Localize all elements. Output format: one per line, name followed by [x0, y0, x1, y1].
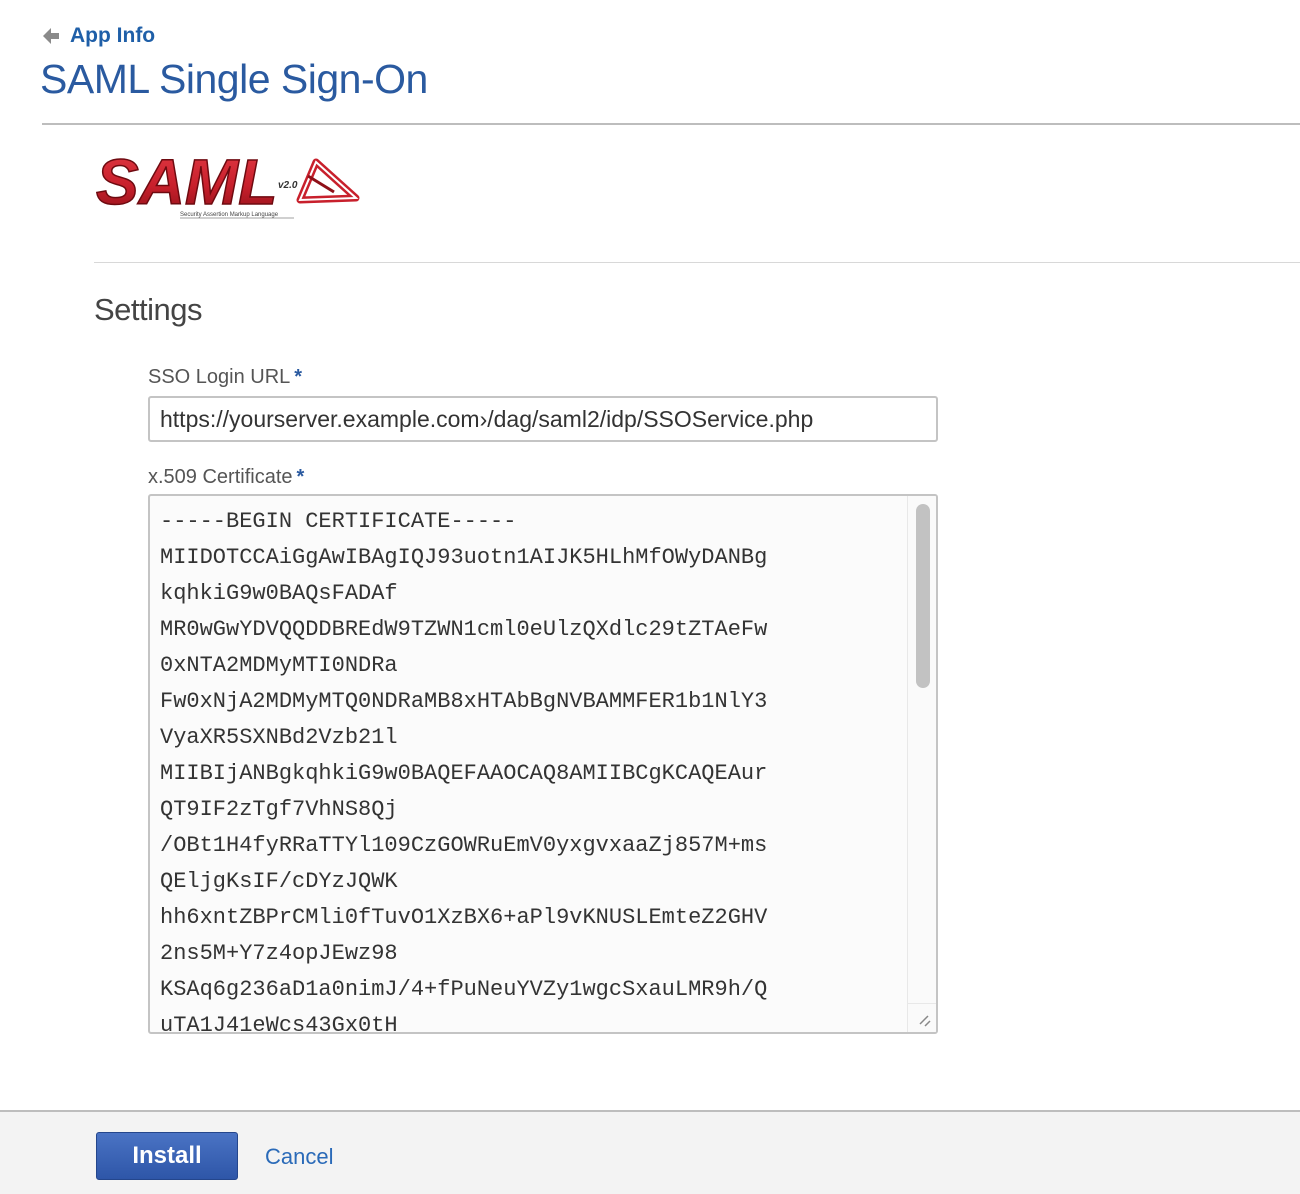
page-title: SAML Single Sign-On — [40, 56, 428, 102]
sso-url-label-text: SSO Login URL — [148, 366, 291, 388]
sso-url-label: SSO Login URL * — [148, 366, 302, 389]
required-mark: * — [294, 366, 303, 388]
certificate-scrollbar[interactable] — [907, 496, 936, 1032]
certificate-text[interactable]: -----BEGIN CERTIFICATE----- MIIDOTCCAiGg… — [160, 504, 906, 1032]
saml-sso-page: App Info SAML Single Sign-On SAML v2.0 S… — [0, 0, 1300, 1194]
install-button[interactable]: Install — [96, 1132, 238, 1180]
sso-url-input[interactable] — [148, 396, 938, 442]
resize-grip-icon — [919, 1015, 931, 1027]
logo-text: SAML — [96, 148, 277, 218]
settings-title: Settings — [94, 292, 203, 327]
header-divider — [42, 123, 1300, 125]
logo-version: v2.0 — [278, 180, 298, 191]
certificate-textarea[interactable]: -----BEGIN CERTIFICATE----- MIIDOTCCAiGg… — [148, 494, 938, 1034]
certificate-label: x.509 Certificate * — [148, 466, 304, 489]
logo-triangle-icon — [296, 158, 360, 204]
certificate-label-text: x.509 Certificate — [148, 466, 293, 488]
footer-bar: Install Cancel — [0, 1110, 1300, 1194]
resize-handle[interactable] — [908, 1003, 936, 1032]
cancel-link[interactable]: Cancel — [265, 1144, 333, 1170]
logo-tagline: Security Assertion Markup Language — [180, 212, 279, 218]
saml-logo: SAML v2.0 Security Assertion Markup Lang… — [95, 148, 360, 219]
back-link[interactable]: App Info — [40, 24, 155, 48]
logo-divider — [94, 262, 1300, 263]
arrow-left-icon — [43, 28, 59, 44]
scrollbar-thumb[interactable] — [916, 504, 930, 688]
back-link-label: App Info — [70, 24, 156, 47]
required-mark: * — [296, 466, 305, 488]
